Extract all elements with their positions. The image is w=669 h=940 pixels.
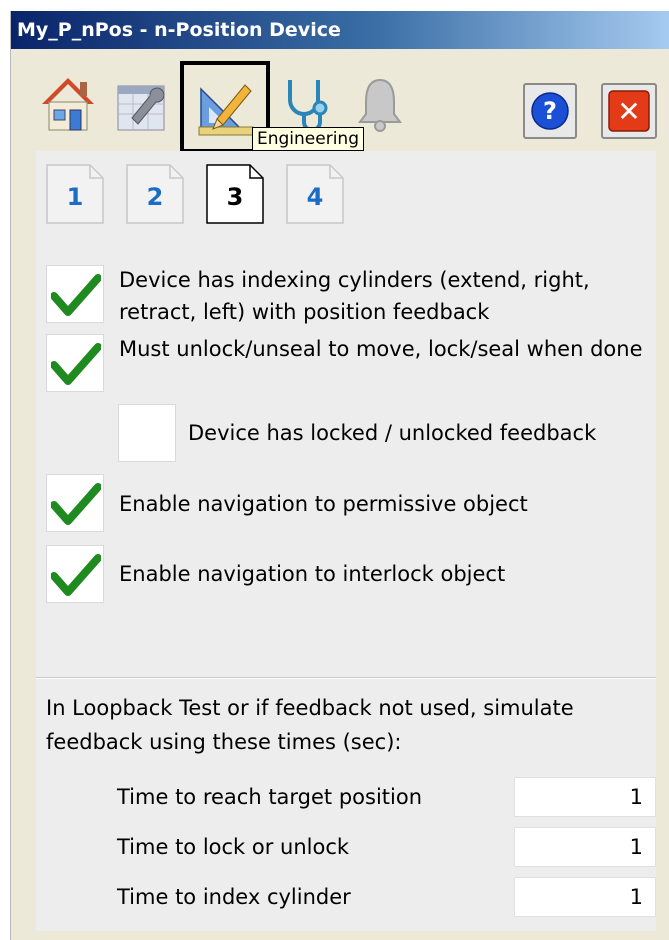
close-icon: ✕ [608,90,650,132]
help-button[interactable]: ? [523,83,577,139]
section-divider [36,677,656,679]
svg-text:✕: ✕ [617,95,640,128]
page-tab-4[interactable]: 4 [286,164,344,224]
interlock-navigation-label: Enable navigation to interlock object [119,562,506,586]
tooltip-engineering: Engineering [252,127,364,151]
page-tab-3[interactable]: 3 [206,164,264,224]
check-icon [51,554,101,596]
reach-target-time-input[interactable] [514,777,656,817]
faceplate-window: My_P_nPos - n-Position Device ? ✕ Engine… [10,11,669,940]
unlock-to-move-label: Must unlock/unseal to move, lock/seal wh… [119,337,643,361]
locked-feedback-label: Device has locked / unlocked feedback [188,421,597,445]
reach-target-time-label: Time to reach target position [117,785,423,809]
check-icon [51,274,101,316]
permissive-navigation-label: Enable navigation to permissive object [119,492,528,516]
window-title: My_P_nPos - n-Position Device [11,11,669,49]
engineering-panel: 1 2 3 4 Device has indexing cylinders (e… [36,151,656,931]
home-icon[interactable] [33,65,103,143]
page-tab-2[interactable]: 2 [126,164,184,224]
index-cylinder-time-label: Time to index cylinder [117,885,351,909]
index-cylinder-time-input[interactable] [514,877,656,917]
simulation-description: In Loopback Test or if feedback not used… [46,696,574,754]
indexing-cylinders-label: Device has indexing cylinders (extend, r… [119,268,590,324]
locked-feedback-checkbox[interactable] [118,404,176,462]
indexing-cylinders-checkbox[interactable] [46,265,104,323]
lock-unlock-time-input[interactable] [514,827,656,867]
faceplate-toolbar: ? ✕ Engineering [11,49,669,153]
check-icon [51,343,101,385]
check-icon [51,483,101,525]
close-button[interactable]: ✕ [601,83,657,139]
svg-text:?: ? [543,97,557,125]
page-tab-1[interactable]: 1 [46,164,104,224]
interlock-navigation-checkbox[interactable] [46,545,104,603]
unlock-to-move-checkbox[interactable] [46,334,104,392]
maintenance-icon[interactable] [107,65,177,143]
permissive-navigation-checkbox[interactable] [46,474,104,532]
help-icon: ? [531,92,569,130]
lock-unlock-time-label: Time to lock or unlock [117,835,350,859]
